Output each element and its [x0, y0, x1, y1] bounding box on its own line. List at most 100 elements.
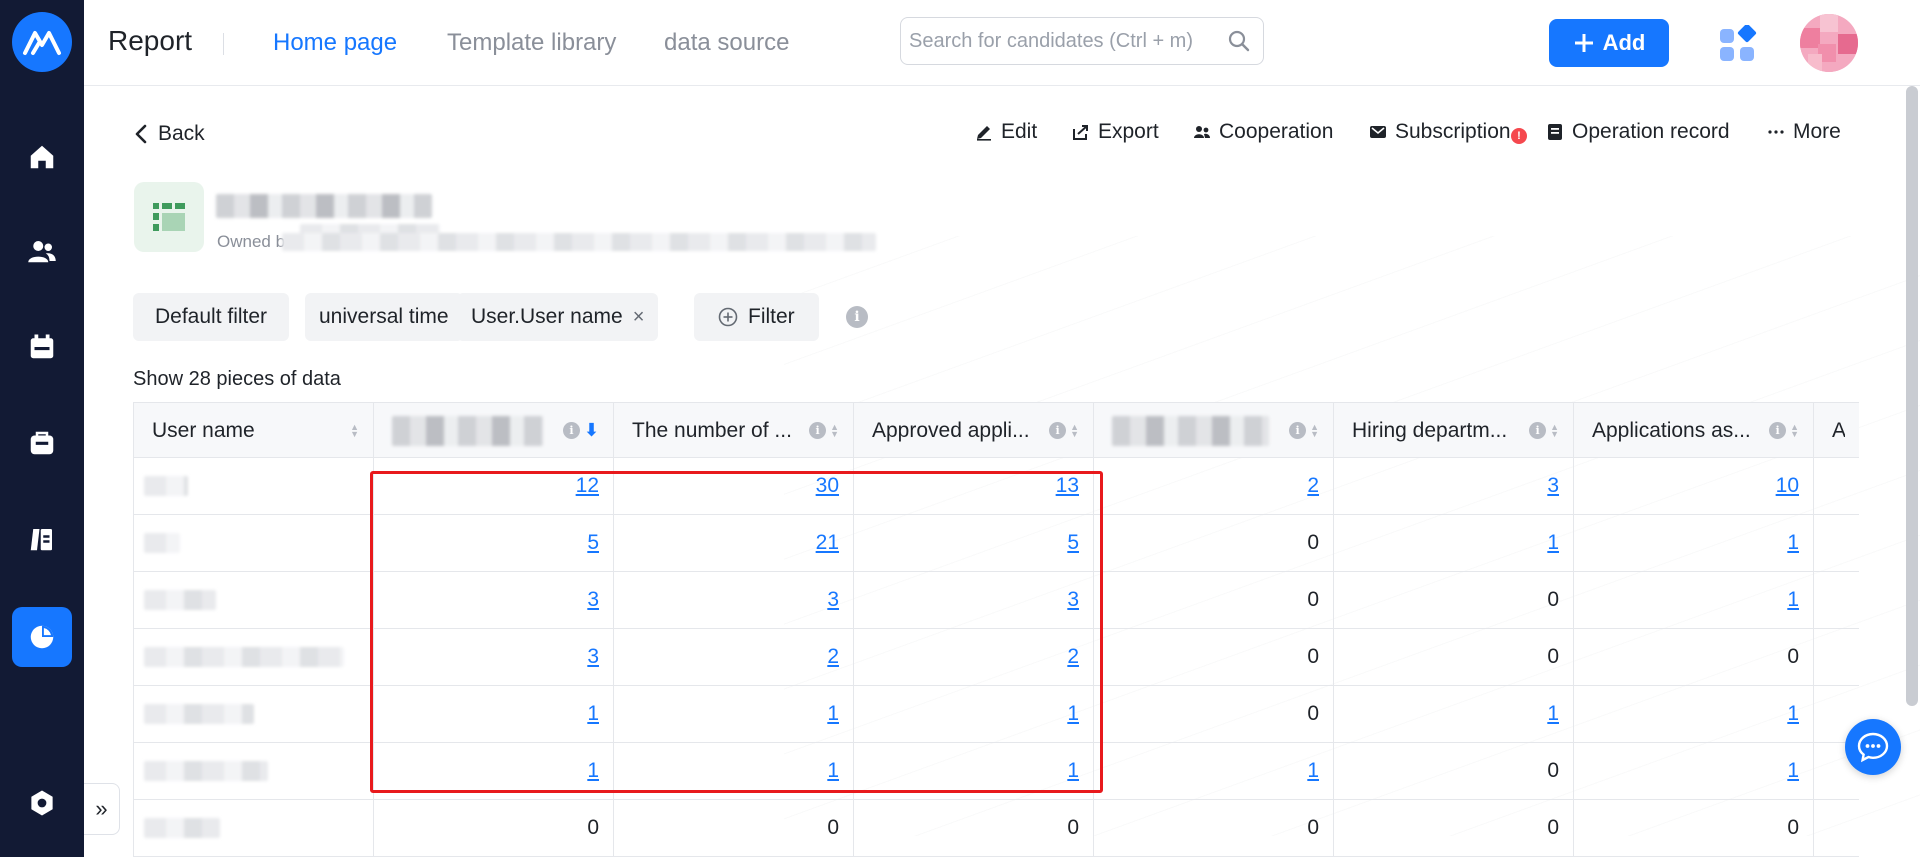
filter-chip-user-name[interactable]: User.User name ×	[457, 293, 659, 341]
edit-button[interactable]: Edit	[975, 120, 1037, 144]
value-link[interactable]: 13	[854, 458, 1094, 514]
info-icon[interactable]: i	[1529, 422, 1547, 439]
column-header-2[interactable]: The number of ... i ▲ ▼	[614, 403, 854, 458]
value-link[interactable]: 1	[1574, 743, 1814, 799]
table-row: 111011	[134, 686, 1859, 743]
value-cell: 0	[854, 800, 1094, 856]
info-icon[interactable]: i	[1769, 422, 1787, 439]
value-link[interactable]: 1	[374, 686, 614, 742]
add-button[interactable]: Add	[1549, 19, 1669, 67]
sidebar	[0, 0, 84, 857]
sort-icon[interactable]: ▲ ▼	[350, 422, 359, 438]
value-link[interactable]: 2	[1094, 458, 1334, 514]
column-tools: i ▲ ▼	[809, 422, 839, 439]
value-link[interactable]: 3	[374, 572, 614, 628]
filter-chip-default[interactable]: Default filter	[133, 293, 290, 341]
search-box[interactable]	[900, 17, 1264, 65]
column-header-0[interactable]: User name ▲ ▼	[134, 403, 374, 458]
page-scrollbar[interactable]	[1906, 86, 1918, 706]
info-icon[interactable]: i	[809, 422, 827, 439]
value-link[interactable]: 1	[614, 743, 854, 799]
value-link[interactable]: 1	[1574, 515, 1814, 571]
apps-grid-icon[interactable]	[1718, 25, 1758, 65]
info-icon[interactable]: i	[846, 306, 868, 328]
table-row: 111101	[134, 743, 1859, 800]
table-row: 12 30 13 2 3 10	[134, 458, 1859, 515]
value-link[interactable]: 30	[614, 458, 854, 514]
tab-data-source[interactable]: data source	[664, 29, 789, 57]
value-link[interactable]: 1	[1094, 743, 1334, 799]
export-button[interactable]: Export	[1072, 120, 1159, 144]
overflow-cell	[1814, 515, 1859, 571]
value-link[interactable]: 3	[854, 572, 1094, 628]
user-avatar[interactable]	[1800, 14, 1858, 72]
tab-home-page[interactable]: Home page	[273, 29, 397, 57]
calendar-icon	[30, 334, 54, 359]
value-link[interactable]: 3	[614, 572, 854, 628]
chat-button[interactable]	[1845, 719, 1901, 775]
sort-icon[interactable]: ▲ ▼	[830, 422, 839, 438]
nav-jobs[interactable]	[12, 413, 72, 473]
table-row: 333001	[134, 572, 1859, 629]
operation-record-button[interactable]: Operation record	[1546, 120, 1730, 144]
edit-label: Edit	[1001, 120, 1038, 143]
value-link[interactable]: 1	[1574, 686, 1814, 742]
redacted-header	[392, 415, 543, 446]
value-link[interactable]: 3	[1334, 458, 1574, 514]
add-filter-button[interactable]: Filter	[694, 293, 819, 341]
value-link[interactable]: 1	[374, 743, 614, 799]
value-link[interactable]: 10	[1574, 458, 1814, 514]
nav-settings[interactable]	[12, 773, 72, 833]
nav-reports[interactable]	[12, 607, 72, 667]
app-logo[interactable]	[12, 12, 72, 72]
value-link[interactable]: 1	[1334, 515, 1574, 571]
redacted-header	[1112, 415, 1270, 446]
column-header-5[interactable]: Hiring departm... i ▲ ▼	[1334, 403, 1574, 458]
value-link[interactable]: 12	[374, 458, 614, 514]
tab-template-library[interactable]: Template library	[447, 29, 616, 57]
redacted-name	[144, 818, 220, 838]
value-link[interactable]: 5	[374, 515, 614, 571]
info-icon[interactable]: i	[1289, 422, 1307, 439]
value-cell: 0	[1574, 629, 1814, 685]
filter-chip-universal-time[interactable]: universal time	[305, 293, 463, 341]
value-link[interactable]: 21	[614, 515, 854, 571]
nav-users[interactable]	[12, 221, 72, 281]
value-link[interactable]: 2	[854, 629, 1094, 685]
value-link[interactable]: 1	[854, 743, 1094, 799]
settings-icon	[31, 790, 53, 816]
column-header-4[interactable]: i ▲ ▼	[1094, 403, 1334, 458]
value-link[interactable]: 2	[614, 629, 854, 685]
value-link[interactable]: 1	[1334, 686, 1574, 742]
redacted-name	[144, 533, 180, 553]
sort-icon[interactable]: ▲ ▼	[1790, 422, 1799, 438]
value-link[interactable]: 3	[374, 629, 614, 685]
nav-calendar[interactable]	[12, 317, 72, 377]
column-header-7[interactable]: A	[1814, 403, 1859, 458]
sort-icon[interactable]: ▲ ▼	[1070, 422, 1079, 438]
info-icon[interactable]: i	[562, 422, 580, 439]
more-button[interactable]: More	[1767, 120, 1841, 144]
value-cell: 0	[1334, 800, 1574, 856]
info-icon[interactable]: i	[1049, 422, 1067, 439]
sort-icon[interactable]: ▲ ▼	[1550, 422, 1559, 438]
column-header-1[interactable]: i ⬇	[374, 403, 614, 458]
cooperation-button[interactable]: Cooperation	[1193, 120, 1333, 144]
column-header-3[interactable]: Approved appli... i ▲ ▼	[854, 403, 1094, 458]
pencil-icon	[977, 126, 991, 141]
sort-descending-icon[interactable]: ⬇	[584, 420, 599, 441]
search-icon[interactable]	[1227, 29, 1251, 53]
value-link[interactable]: 1	[854, 686, 1094, 742]
sort-icon[interactable]: ▲ ▼	[1310, 422, 1319, 438]
logo-icon	[23, 31, 61, 55]
value-link[interactable]: 1	[1574, 572, 1814, 628]
nav-home[interactable]	[12, 127, 72, 187]
value-link[interactable]: 1	[614, 686, 854, 742]
search-input[interactable]	[909, 29, 1227, 53]
value-cell: 0	[374, 800, 614, 856]
value-link[interactable]: 5	[854, 515, 1094, 571]
close-icon[interactable]: ×	[633, 306, 645, 329]
subscription-button[interactable]: Subscription !	[1369, 120, 1527, 144]
nav-library[interactable]	[12, 509, 72, 569]
column-header-6[interactable]: Applications as... i ▲ ▼	[1574, 403, 1814, 458]
